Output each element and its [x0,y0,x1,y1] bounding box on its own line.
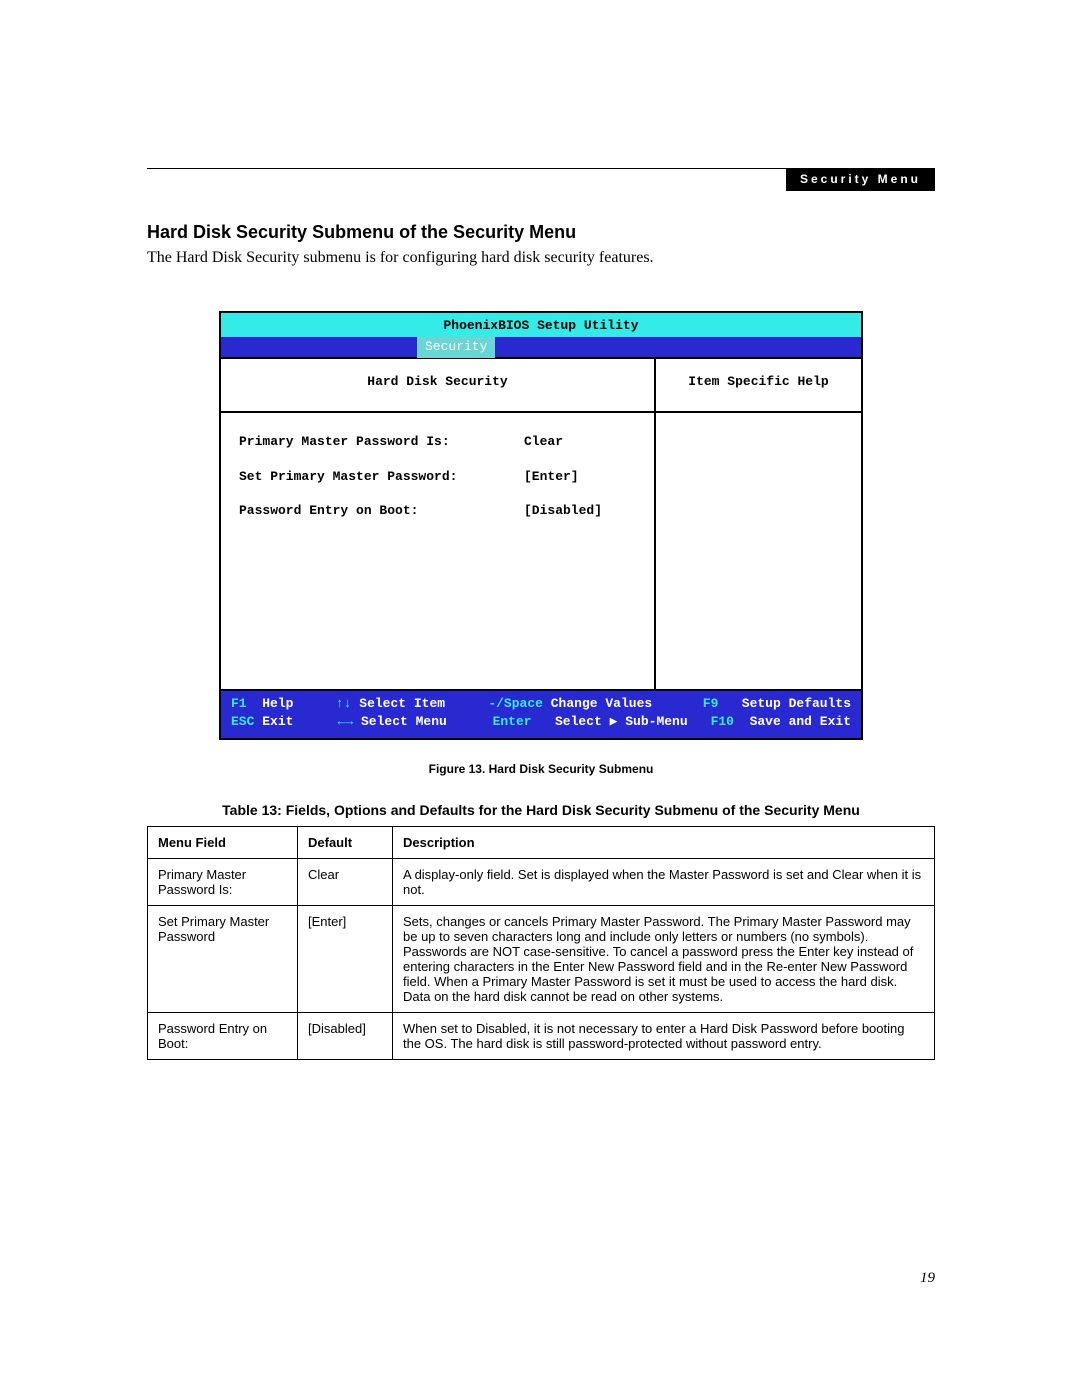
section-intro: The Hard Disk Security submenu is for co… [147,249,935,267]
key-label: Select ▶ Sub-Menu [555,714,688,729]
key-leftright: ←→ [338,714,354,729]
cell-field: Password Entry on Boot: [148,1012,298,1059]
key-f10: F10 [711,714,734,729]
bios-field-row: Password Entry on Boot: [Disabled] [239,502,636,520]
key-label: Change Values [551,696,652,711]
bios-screenshot: PhoenixBIOS Setup Utility Security Hard … [219,311,863,740]
fields-table: Menu Field Default Description Primary M… [147,826,935,1060]
table-row: Primary Master Password Is: Clear A disp… [148,858,935,905]
bios-field-row: Primary Master Password Is: Clear [239,433,636,451]
key-label: Select Item [359,696,445,711]
bios-key-legend: F1 Help ↑↓ Select Item -/Space Change Va… [221,689,861,737]
cell-desc: A display-only field. Set is displayed w… [393,858,935,905]
bios-field-value: [Disabled] [524,502,602,520]
bios-field-label: Primary Master Password Is: [239,433,524,451]
key-label: Help [262,696,293,711]
table-row: Set Primary Master Password [Enter] Sets… [148,905,935,1012]
bios-field-value: Clear [524,433,563,451]
table-caption: Table 13: Fields, Options and Defaults f… [147,802,935,818]
key-label: Setup Defaults [742,696,851,711]
cell-desc: Sets, changes or cancels Primary Master … [393,905,935,1012]
key-updown: ↑↓ [336,696,352,711]
section-title: Hard Disk Security Submenu of the Securi… [147,222,935,243]
bios-field-value: [Enter] [524,468,579,486]
header-tag: Security Menu [786,168,935,191]
table-row: Password Entry on Boot: [Disabled] When … [148,1012,935,1059]
cell-field: Primary Master Password Is: [148,858,298,905]
cell-default: Clear [298,858,393,905]
page-number: 19 [920,1270,935,1287]
bios-active-tab: Security [417,337,495,358]
col-description: Description [393,826,935,858]
key-f9: F9 [703,696,719,711]
bios-field-label: Set Primary Master Password: [239,468,524,486]
cell-field: Set Primary Master Password [148,905,298,1012]
cell-default: [Enter] [298,905,393,1012]
cell-desc: When set to Disabled, it is not necessar… [393,1012,935,1059]
bios-help-title: Item Specific Help [656,359,861,413]
bios-field-row: Set Primary Master Password: [Enter] [239,468,636,486]
bios-utility-title: PhoenixBIOS Setup Utility [221,313,861,337]
key-label: Exit [262,714,293,729]
key-f1: F1 [231,696,247,711]
col-menu-field: Menu Field [148,826,298,858]
bios-panel-title: Hard Disk Security [221,359,654,413]
bios-field-label: Password Entry on Boot: [239,502,524,520]
key-label: Select Menu [361,714,447,729]
cell-default: [Disabled] [298,1012,393,1059]
bios-menubar: Security [221,337,861,357]
key-space: -/Space [488,696,543,711]
key-esc: ESC [231,714,254,729]
col-default: Default [298,826,393,858]
table-header-row: Menu Field Default Description [148,826,935,858]
key-enter: Enter [493,714,532,729]
key-label: Save and Exit [750,714,851,729]
figure-caption: Figure 13. Hard Disk Security Submenu [147,762,935,776]
